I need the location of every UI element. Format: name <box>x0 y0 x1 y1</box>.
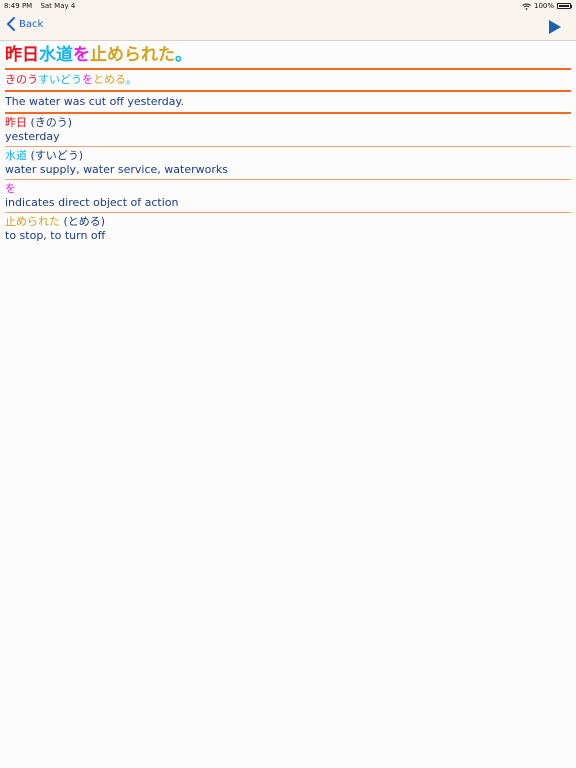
reading-segment: を <box>82 73 93 86</box>
sentence-segment: 。 <box>175 45 192 65</box>
sentence-segment: 昨日 <box>5 45 39 65</box>
word-heading: を <box>5 182 571 196</box>
word-meaning: yesterday <box>5 130 60 143</box>
play-icon[interactable] <box>548 20 562 34</box>
word-heading: 止められた (とめる) <box>5 215 571 229</box>
battery-tip-icon <box>571 4 572 8</box>
battery-icon <box>557 3 571 9</box>
word-heading: 昨日 (きのう) <box>5 116 571 130</box>
nav-bar: Back <box>0 12 576 41</box>
word-meaning: water supply, water service, waterworks <box>5 163 228 176</box>
status-left: 8:49 PM Sat May 4 <box>4 2 81 10</box>
sentence-segment: 水道 <box>39 45 73 65</box>
content: 昨日水道を止められた。 きのうすいどうをとめる。 The water was c… <box>5 40 571 245</box>
japanese-sentence: 昨日水道を止められた。 <box>5 40 571 70</box>
word-term: 昨日 <box>5 116 27 129</box>
word-reading: (とめる) <box>60 215 106 228</box>
chevron-left-icon <box>7 17 15 31</box>
english-translation: The water was cut off yesterday. <box>5 92 571 114</box>
sentence-segment: を <box>73 45 90 65</box>
word-reading: (すいどう) <box>27 149 84 162</box>
status-bar: 8:49 PM Sat May 4 100% <box>0 0 576 12</box>
status-right: 100% <box>522 2 572 10</box>
reading-segment: 。 <box>126 73 137 86</box>
word-meaning: indicates direct object of action <box>5 196 179 209</box>
word-reading: (きのう) <box>27 116 73 129</box>
reading-segment: とめる <box>93 73 126 86</box>
word-entry[interactable]: 水道 (すいどう) water supply, water service, wa… <box>5 147 571 180</box>
word-heading: 水道 (すいどう) <box>5 149 571 163</box>
battery-percent: 100% <box>533 2 554 10</box>
wifi-icon <box>522 3 531 10</box>
back-button[interactable]: Back <box>6 17 43 31</box>
word-term: 止められた <box>5 215 60 228</box>
reading-segment: きのう <box>5 73 38 86</box>
word-term: を <box>5 182 16 195</box>
word-meaning: to stop, to turn off <box>5 229 106 242</box>
word-term: 水道 <box>5 149 27 162</box>
back-label: Back <box>19 18 44 30</box>
sentence-segment: 止められた <box>90 45 175 65</box>
word-entry[interactable]: を indicates direct object of action <box>5 180 571 213</box>
status-date: Sat May 4 <box>40 2 76 10</box>
word-entry[interactable]: 昨日 (きのう) yesterday <box>5 114 571 147</box>
sentence-reading: きのうすいどうをとめる。 <box>5 70 571 92</box>
status-time: 8:49 PM <box>4 2 33 10</box>
word-entry[interactable]: 止められた (とめる) to stop, to turn off <box>5 213 571 245</box>
reading-segment: すいどう <box>38 73 82 86</box>
word-list: 昨日 (きのう) yesterday 水道 (すいどう) water supply, … <box>5 114 571 245</box>
